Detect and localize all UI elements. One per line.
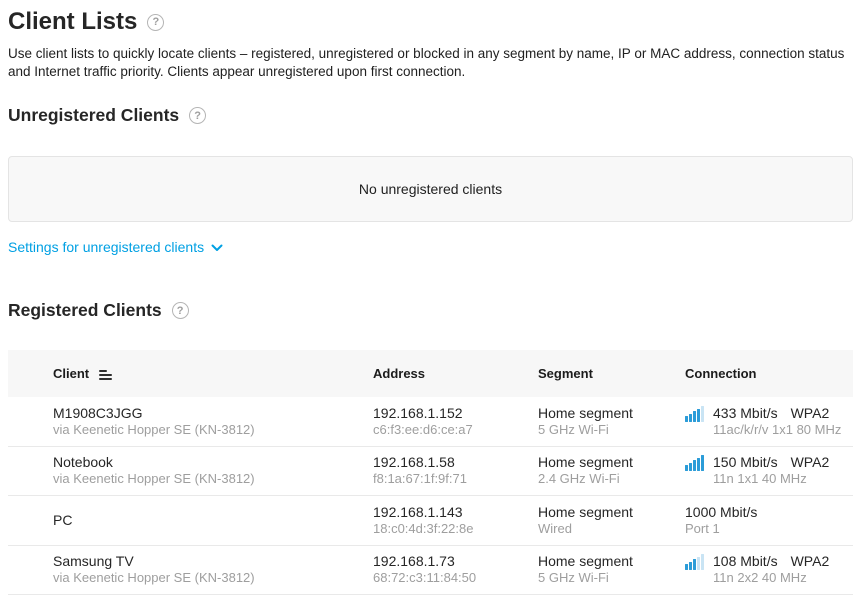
client-band: 5 GHz Wi-Fi <box>538 422 685 438</box>
client-via: via Keenetic Hopper SE (KN-3812) <box>53 570 373 586</box>
client-via: via Keenetic Hopper SE (KN-3812) <box>53 422 373 438</box>
client-connection-detail: 11ac/k/r/v 1x1 80 MHz <box>713 422 841 438</box>
client-connection-detail: 11n 1x1 40 MHz <box>713 471 829 487</box>
client-segment: Home segment <box>538 553 685 570</box>
client-security: WPA2 <box>791 553 830 569</box>
client-segment: Home segment <box>538 504 685 521</box>
registered-clients-table: Client Address Segment Connection M1908C… <box>8 350 853 595</box>
table-row[interactable]: Notebook via Keenetic Hopper SE (KN-3812… <box>8 447 853 497</box>
wifi-signal-icon <box>685 406 704 422</box>
client-band: Wired <box>538 521 685 537</box>
help-icon[interactable]: ? <box>147 14 164 31</box>
table-row[interactable]: M1908C3JGG via Keenetic Hopper SE (KN-38… <box>8 397 853 447</box>
client-speed: 1000 Mbit/s <box>685 504 757 520</box>
column-header-connection: Connection <box>685 366 853 381</box>
client-connection-detail: 11n 2x2 40 MHz <box>713 570 829 586</box>
client-band: 2.4 GHz Wi-Fi <box>538 471 685 487</box>
wifi-signal-icon <box>685 455 704 471</box>
unregistered-clients-heading-row: Unregistered Clients ? <box>8 105 853 126</box>
wifi-signal-icon <box>685 554 704 570</box>
client-mac: f8:1a:67:1f:9f:71 <box>373 471 538 487</box>
column-header-address: Address <box>373 366 538 381</box>
table-header-row: Client Address Segment Connection <box>8 350 853 397</box>
page-title: Client Lists <box>8 8 137 36</box>
client-via: via Keenetic Hopper SE (KN-3812) <box>53 471 373 487</box>
column-header-segment: Segment <box>538 366 685 381</box>
client-lists-page: Client Lists ? Use client lists to quick… <box>0 0 861 595</box>
client-name: Notebook <box>53 454 373 471</box>
client-name: PC <box>53 512 373 529</box>
table-row[interactable]: PC 192.168.1.143 18:c0:4d:3f:22:8e Home … <box>8 496 853 546</box>
client-ip: 192.168.1.152 <box>373 405 538 422</box>
page-description: Use client lists to quickly locate clien… <box>8 45 853 80</box>
client-mac: 18:c0:4d:3f:22:8e <box>373 521 538 537</box>
client-speed: 433 Mbit/s <box>713 405 778 421</box>
client-mac: c6:f3:ee:d6:ce:a7 <box>373 422 538 438</box>
unregistered-clients-heading: Unregistered Clients <box>8 105 179 126</box>
client-name: Samsung TV <box>53 553 373 570</box>
client-connection-detail: Port 1 <box>685 521 770 537</box>
help-icon[interactable]: ? <box>189 107 206 124</box>
client-security: WPA2 <box>791 454 830 470</box>
settings-for-unregistered-clients-link[interactable]: Settings for unregistered clients <box>8 239 223 255</box>
column-header-client[interactable]: Client <box>53 366 373 381</box>
page-title-row: Client Lists ? <box>8 8 853 36</box>
client-speed: 150 Mbit/s <box>713 454 778 470</box>
client-name: M1908C3JGG <box>53 405 373 422</box>
client-ip: 192.168.1.143 <box>373 504 538 521</box>
unregistered-clients-empty-panel: No unregistered clients <box>8 156 853 222</box>
help-icon[interactable]: ? <box>172 302 189 319</box>
empty-message: No unregistered clients <box>359 181 502 197</box>
registered-clients-heading-row: Registered Clients ? <box>8 300 853 321</box>
sort-icon[interactable] <box>99 370 112 380</box>
registered-clients-heading: Registered Clients <box>8 300 162 321</box>
client-band: 5 GHz Wi-Fi <box>538 570 685 586</box>
client-mac: 68:72:c3:11:84:50 <box>373 570 538 586</box>
client-security: WPA2 <box>791 405 830 421</box>
column-header-client-label: Client <box>53 366 89 381</box>
client-segment: Home segment <box>538 405 685 422</box>
client-speed: 108 Mbit/s <box>713 553 778 569</box>
client-segment: Home segment <box>538 454 685 471</box>
settings-link-label: Settings for unregistered clients <box>8 239 204 255</box>
client-ip: 192.168.1.58 <box>373 454 538 471</box>
table-row[interactable]: Samsung TV via Keenetic Hopper SE (KN-38… <box>8 546 853 596</box>
client-ip: 192.168.1.73 <box>373 553 538 570</box>
chevron-down-icon <box>211 244 223 252</box>
